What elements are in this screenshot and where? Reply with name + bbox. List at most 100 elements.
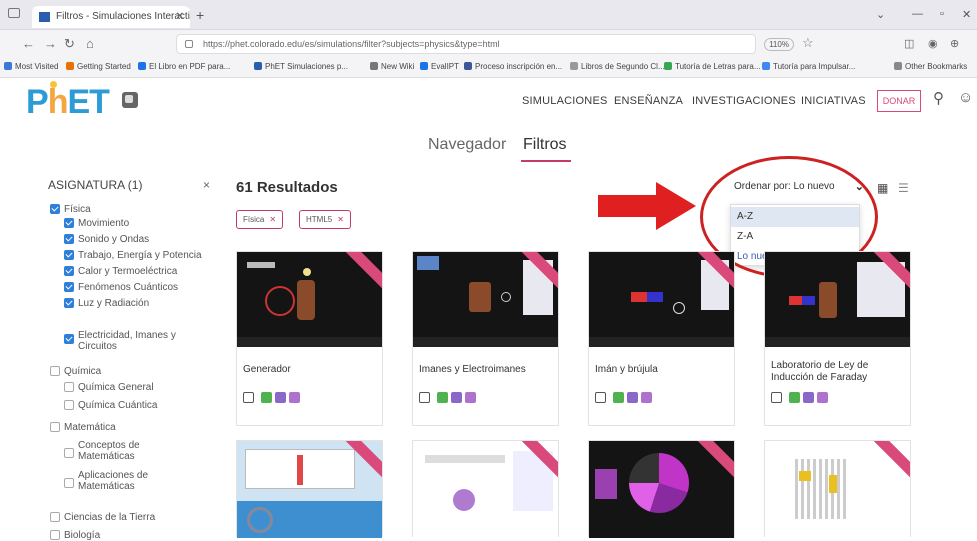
extensions-icon[interactable]: ⊕ — [950, 37, 959, 50]
sim-card[interactable] — [236, 440, 383, 538]
checkbox-checked[interactable] — [64, 218, 74, 228]
nav-ensenanza[interactable]: ENSEÑANZA — [614, 95, 683, 107]
html5-icon — [613, 392, 624, 403]
sim-card[interactable] — [412, 440, 559, 538]
forward-icon[interactable]: → — [44, 36, 57, 51]
sim-thumbnail — [413, 252, 558, 347]
sim-card[interactable]: Laboratorio de Ley de Inducción de Farad… — [764, 251, 911, 426]
browser-tab[interactable]: Filtros - Simulaciones Interactiv ✕ — [32, 6, 190, 28]
bookmark-item[interactable]: Other Bookmarks — [894, 62, 967, 71]
tab-close-icon[interactable]: ✕ — [176, 6, 184, 28]
url-text: https://phet.colorado.edu/es/simulations… — [203, 39, 500, 49]
tab-navegador[interactable]: Navegador — [428, 136, 506, 154]
list-view-icon[interactable]: ☰ — [898, 181, 909, 195]
html5-icon — [261, 392, 272, 403]
accessibility-icon — [275, 392, 286, 403]
checkbox-unchecked[interactable] — [50, 530, 60, 540]
address-bar[interactable]: https://phet.colorado.edu/es/simulations… — [176, 34, 756, 54]
checkbox-checked[interactable] — [64, 250, 74, 260]
tablet-icon — [771, 392, 782, 403]
search-icon[interactable]: ⚲ — [933, 89, 944, 107]
accessibility-icon — [627, 392, 638, 403]
list-tabs-icon[interactable]: ⌄ — [876, 8, 885, 21]
checkbox-unchecked[interactable] — [64, 478, 74, 488]
nav-investigaciones[interactable]: INVESTIGACIONES — [692, 95, 796, 107]
home-icon[interactable]: ⌂ — [86, 36, 94, 51]
checkbox-checked[interactable] — [64, 334, 74, 344]
minimize-icon[interactable]: — — [912, 8, 923, 20]
sim-card[interactable]: Imán y brújula — [588, 251, 735, 426]
checkbox-unchecked[interactable] — [50, 512, 60, 522]
checkbox-checked[interactable] — [50, 204, 60, 214]
remove-chip-icon[interactable]: ✕ — [269, 215, 276, 224]
bookmark-item[interactable]: PhET Simulaciones p... — [254, 62, 348, 71]
bookmark-item[interactable]: Most Visited — [4, 62, 58, 71]
bookmark-favicon-icon — [420, 62, 428, 70]
account-icon[interactable]: ◉ — [928, 37, 938, 50]
bookmark-item[interactable]: Tutoría de Letras para... — [664, 62, 761, 71]
clear-filter-icon[interactable]: × — [203, 178, 210, 192]
tab-filtros[interactable]: Filtros — [523, 136, 567, 154]
sim-thumbnail — [765, 441, 910, 538]
maximize-icon[interactable]: ▫ — [940, 8, 944, 20]
bookmark-item[interactable]: EvalIPT — [420, 62, 459, 71]
bookmark-item[interactable]: Getting Started — [66, 62, 131, 71]
grid-view-icon[interactable]: ▦ — [877, 181, 888, 195]
checkbox-checked[interactable] — [64, 266, 74, 276]
sim-title: Imán y brújula — [595, 364, 658, 375]
bookmark-favicon-icon — [254, 62, 262, 70]
sim-title: Generador — [243, 364, 291, 375]
checkbox-unchecked[interactable] — [64, 382, 74, 392]
checkbox-unchecked[interactable] — [50, 366, 60, 376]
sim-card[interactable] — [588, 440, 735, 538]
reload-icon[interactable]: ↻ — [64, 36, 75, 52]
sim-thumbnail — [589, 252, 734, 347]
bookmark-item[interactable]: Libros de Segundo Cl... — [570, 62, 665, 71]
pocket-icon[interactable]: ◫ — [904, 37, 914, 50]
remove-chip-icon[interactable]: ✕ — [337, 215, 344, 224]
filter-sidebar: ASIGNATURA (1) × Física Movimiento Sonid… — [48, 178, 211, 541]
sim-thumbnail — [413, 441, 558, 538]
bookmark-star-icon[interactable]: ☆ — [802, 35, 814, 51]
checkbox-checked[interactable] — [64, 282, 74, 292]
site-header: PhET SIMULACIONES ENSEÑANZA INVESTIGACIO… — [0, 78, 977, 124]
bookmark-item[interactable]: Proceso inscripción en... — [464, 62, 562, 71]
close-window-icon[interactable]: ✕ — [962, 8, 971, 21]
sim-card[interactable] — [764, 440, 911, 538]
accessibility-icon — [451, 392, 462, 403]
checkbox-unchecked[interactable] — [50, 422, 60, 432]
logo-bulb-icon — [50, 81, 57, 88]
nav-simulaciones[interactable]: SIMULACIONES — [522, 95, 608, 107]
donate-button[interactable]: DONAR — [877, 90, 921, 112]
back-icon[interactable]: ← — [22, 36, 35, 51]
sim-thumbnail — [237, 441, 382, 538]
phet-logo[interactable]: PhET — [26, 81, 110, 122]
filter-chip-fisica[interactable]: Física ✕ — [236, 210, 284, 229]
checkbox-unchecked[interactable] — [64, 400, 74, 410]
filter-chip-html5[interactable]: HTML5 ✕ — [299, 210, 351, 229]
bookmark-item[interactable]: El Libro en PDF para... — [138, 62, 230, 71]
bookmark-item[interactable]: New Wiki — [370, 62, 414, 71]
tab-overview-icon[interactable] — [8, 8, 20, 18]
checkbox-checked[interactable] — [64, 298, 74, 308]
translation-icon — [641, 392, 652, 403]
annotation-arrow-head — [656, 182, 696, 230]
tablet-icon — [243, 392, 254, 403]
sim-card[interactable]: Imanes y Electroimanes — [412, 251, 559, 426]
bookmark-favicon-icon — [370, 62, 378, 70]
bookmark-item[interactable]: Tutoría para Impulsar... — [762, 62, 855, 71]
tab-title: Filtros - Simulaciones Interactiv — [56, 11, 190, 22]
translate-icon[interactable] — [122, 92, 138, 108]
bookmark-folder-icon — [894, 62, 902, 70]
results-count: 61 Resultados — [236, 179, 338, 196]
checkbox-checked[interactable] — [64, 234, 74, 244]
checkbox-unchecked[interactable] — [64, 448, 74, 458]
user-icon[interactable]: ☺ — [958, 89, 973, 106]
bookmarks-bar: Most Visited Getting Started El Libro en… — [0, 58, 977, 78]
nav-iniciativas[interactable]: INICIATIVAS — [801, 95, 866, 107]
sim-card[interactable]: Generador — [236, 251, 383, 426]
accessibility-icon — [803, 392, 814, 403]
zoom-level[interactable]: 110% — [764, 38, 794, 51]
new-tab-button[interactable]: + — [196, 7, 204, 23]
bookmark-favicon-icon — [138, 62, 146, 70]
